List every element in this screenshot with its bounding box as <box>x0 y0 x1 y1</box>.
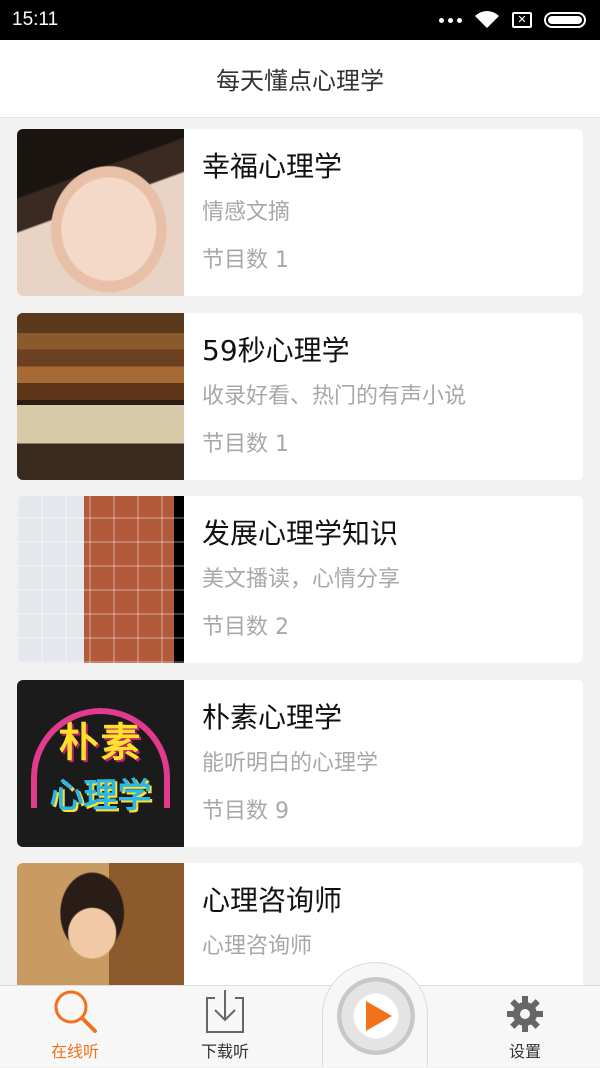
tab-settings[interactable]: 设置 <box>465 986 585 1068</box>
search-icon <box>54 990 97 1033</box>
status-bar: 15:11 ✕ <box>0 0 600 40</box>
program-thumbnail: 朴素 心理学 <box>17 680 184 847</box>
battery-icon <box>544 12 586 28</box>
program-name: 59秒心理学 <box>202 334 350 367</box>
program-count: 节目数 9 <box>202 799 289 824</box>
page-title: 每天懂点心理学 <box>216 67 384 95</box>
program-name: 心理咨询师 <box>202 884 343 917</box>
program-count: 节目数 2 <box>202 615 289 640</box>
program-card-1[interactable]: 幸福心理学 情感文摘 节目数 1 <box>17 129 583 296</box>
play-icon <box>366 1001 392 1031</box>
program-name: 朴素心理学 <box>202 701 343 734</box>
program-name: 幸福心理学 <box>202 150 343 183</box>
sim-off-icon: ✕ <box>512 12 532 28</box>
program-name: 发展心理学知识 <box>202 517 399 550</box>
player-button[interactable] <box>322 962 428 1067</box>
status-time: 15:11 <box>12 9 59 30</box>
wifi-icon <box>475 11 499 28</box>
gear-icon <box>507 996 543 1032</box>
program-card-2[interactable]: 59秒心理学 收录好看、热门的有声小说 节目数 1 <box>17 313 583 480</box>
program-thumbnail <box>17 129 184 296</box>
program-thumbnail <box>17 313 184 480</box>
program-thumbnail <box>17 496 184 663</box>
tab-online[interactable]: 在线听 <box>15 986 135 1068</box>
tab-download[interactable]: 下载听 <box>165 986 285 1068</box>
status-icons: ✕ <box>439 10 586 30</box>
program-card-3[interactable]: 发展心理学知识 美文播读，心情分享 节目数 2 <box>17 496 583 663</box>
program-card-4[interactable]: 朴素 心理学 朴素心理学 能听明白的心理学 节目数 9 <box>17 680 583 847</box>
program-count: 节目数 1 <box>202 432 289 457</box>
headphones-graphic <box>31 708 170 808</box>
more-dots-icon <box>439 17 462 23</box>
program-desc: 情感文摘 <box>202 200 291 225</box>
tab-label: 下载听 <box>200 1042 249 1061</box>
download-icon <box>206 990 244 1033</box>
program-desc: 心理咨询师 <box>202 934 313 959</box>
header: 每天懂点心理学 <box>0 40 600 118</box>
tab-label: 设置 <box>508 1042 541 1061</box>
program-desc: 收录好看、热门的有声小说 <box>202 384 467 409</box>
program-desc: 美文播读，心情分享 <box>202 567 401 592</box>
program-count: 节目数 1 <box>202 248 289 273</box>
bottom-tab-bar: 在线听 下载听 设置 <box>0 985 600 1067</box>
tab-label: 在线听 <box>50 1042 99 1061</box>
program-desc: 能听明白的心理学 <box>202 751 379 776</box>
